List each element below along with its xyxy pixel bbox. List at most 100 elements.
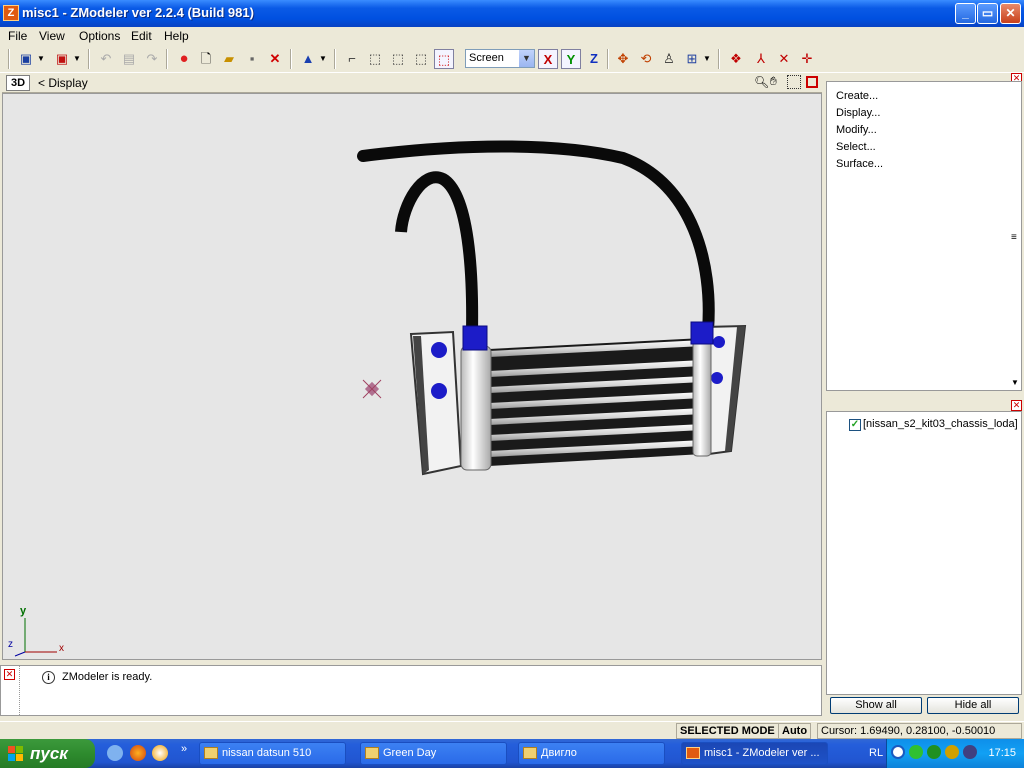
tray-app-icon[interactable] — [945, 745, 959, 759]
media-player-icon[interactable] — [152, 745, 168, 761]
export-icon[interactable]: ▣ — [52, 49, 72, 69]
log-close-icon[interactable]: ✕ — [4, 669, 15, 680]
save-icon[interactable]: ▪ — [242, 49, 262, 69]
viewport-name[interactable]: < Display — [38, 76, 88, 90]
pan-hand-icon[interactable]: ✋︎ — [770, 74, 784, 88]
task-nissan-datsun[interactable]: nissan datsun 510 — [199, 742, 346, 765]
objects-panel-close-icon[interactable]: ✕ — [1011, 400, 1022, 411]
menu-file[interactable]: File — [4, 28, 31, 44]
maximize-button[interactable]: ▭ — [977, 3, 998, 24]
menu-edit[interactable]: Edit — [127, 28, 156, 44]
zoom-icon[interactable]: 🔍︎ — [754, 75, 769, 89]
system-tray: RL 17:15 — [869, 739, 1024, 768]
cmd-surface[interactable]: Surface... — [836, 158, 883, 170]
vertex-mode-icon[interactable]: ⌐ — [342, 49, 362, 69]
zmodeler-icon — [686, 747, 700, 759]
open-folder-icon[interactable]: ▰ — [219, 49, 239, 69]
object-visibility-checkbox[interactable]: ✓ — [849, 419, 861, 431]
right-panel: ✕ Create... Display... Modify... Select.… — [826, 73, 1024, 716]
bolt — [431, 342, 447, 358]
axis-gizmo-icon[interactable]: ✛ — [797, 49, 817, 69]
bolt — [713, 336, 725, 348]
primitive-dropdown-icon[interactable]: ▼ — [318, 49, 328, 69]
firefox-icon[interactable] — [130, 745, 146, 761]
pipe-right — [357, 140, 715, 336]
window-title: misc1 - ZModeler ver 2.2.4 (Build 981) — [22, 5, 254, 20]
transform-dropdown-icon[interactable]: ▼ — [702, 49, 712, 69]
move-tool-icon[interactable]: ✥ — [613, 49, 633, 69]
redo-icon[interactable]: ↷ — [142, 49, 162, 69]
edge-mode-icon[interactable]: ⬚ — [365, 49, 385, 69]
close-button[interactable]: ✕ — [1000, 3, 1021, 24]
selected-mode-icon[interactable]: ⬚ — [434, 49, 454, 69]
start-button[interactable]: пуск — [0, 739, 95, 768]
menu-view[interactable]: View — [35, 28, 69, 44]
task-zmodeler[interactable]: misc1 - ZModeler ver ... — [681, 742, 828, 765]
export-dropdown-icon[interactable]: ▼ — [72, 49, 82, 69]
splitter-grip-icon[interactable]: ≡ — [1011, 232, 1017, 243]
render-icon[interactable]: ❖ — [726, 49, 746, 69]
zoom-extents-icon[interactable] — [787, 75, 801, 89]
hide-all-button[interactable]: Hide all — [927, 697, 1019, 714]
axis-y-toggle[interactable]: Y — [561, 49, 581, 69]
cmd-modify[interactable]: Modify... — [836, 124, 877, 136]
pivot-icon[interactable]: ⅄ — [751, 49, 771, 69]
tray-speaker-icon[interactable] — [963, 745, 977, 759]
delete-icon[interactable]: ✕ — [265, 49, 285, 69]
tray-check-icon[interactable] — [909, 745, 923, 759]
tray-back-icon[interactable] — [891, 745, 905, 759]
import-icon[interactable]: ▣ — [16, 49, 36, 69]
cmd-select[interactable]: Select... — [836, 141, 876, 153]
notes-icon[interactable]: ▤ — [119, 49, 139, 69]
task-label: nissan datsun 510 — [222, 747, 312, 759]
tray-network-icon[interactable] — [927, 745, 941, 759]
clock[interactable]: 17:15 — [988, 747, 1016, 759]
quicklaunch-more-icon[interactable]: » — [181, 743, 187, 755]
show-all-button[interactable]: Show all — [830, 697, 922, 714]
chevron-down-icon[interactable]: ▼ — [519, 50, 534, 67]
zmodeler-app-icon[interactable]: Z — [3, 5, 19, 21]
minimize-button[interactable]: _ — [955, 3, 976, 24]
language-indicator[interactable]: RL — [869, 747, 883, 759]
axis-x-toggle[interactable]: X — [538, 49, 558, 69]
status-auto[interactable]: Auto — [778, 723, 812, 739]
axis-x-label: x — [59, 643, 64, 654]
mirror-icon[interactable]: ✕ — [774, 49, 794, 69]
axis-z-toggle[interactable]: Z — [584, 49, 604, 69]
cone-primitive-icon[interactable]: ▲ — [298, 49, 318, 69]
scene-render — [14, 140, 747, 657]
menu-options[interactable]: Options — [75, 28, 124, 44]
axis-gizmo — [14, 618, 57, 657]
view-mode-select[interactable]: Screen ▼ — [465, 49, 535, 68]
log-panel: ✕ i ZModeler is ready. — [0, 665, 822, 716]
scroll-down-icon[interactable]: ▼ — [1011, 378, 1019, 387]
viewport-3d[interactable]: y z x — [2, 93, 822, 660]
walk-tool-icon[interactable]: ♙ — [659, 49, 679, 69]
cmd-display[interactable]: Display... — [836, 107, 880, 119]
task-dvigl[interactable]: Двигло — [518, 742, 665, 765]
undo-icon[interactable]: ↶ — [96, 49, 116, 69]
main-toolbar: ▣ ▼ ▣ ▼ ↶ ▤ ↷ ● 🗋 ▰ ▪ ✕ ▲ ▼ ⌐ ⬚ ⬚ ⬚ ⬚ Sc… — [0, 45, 1024, 73]
log-divider — [19, 666, 20, 715]
task-label: Green Day — [383, 747, 437, 759]
bolt — [431, 383, 447, 399]
new-file-icon[interactable]: 🗋 — [196, 49, 216, 69]
transform-tool-icon[interactable]: ⊞ — [682, 49, 702, 69]
viewport-header: 3D < Display 🔍︎ ✋︎ — [2, 73, 822, 93]
object-mode-icon[interactable]: ⬚ — [411, 49, 431, 69]
show-desktop-icon[interactable] — [107, 745, 123, 761]
import-dropdown-icon[interactable]: ▼ — [36, 49, 46, 69]
pipe-left — [395, 171, 479, 333]
end-tank-right — [692, 333, 712, 457]
cmd-create[interactable]: Create... — [836, 90, 878, 102]
rotate-tool-icon[interactable]: ⟲ — [636, 49, 656, 69]
record-icon[interactable]: ● — [174, 49, 194, 69]
toolbar-separator — [718, 49, 720, 69]
maximize-viewport-icon[interactable] — [806, 76, 818, 88]
title-bar[interactable]: Z misc1 - ZModeler ver 2.2.4 (Build 981)… — [0, 0, 1024, 27]
face-mode-icon[interactable]: ⬚ — [388, 49, 408, 69]
view-3d-tab[interactable]: 3D — [6, 75, 30, 91]
menu-help[interactable]: Help — [160, 28, 193, 44]
object-name[interactable]: [nissan_s2_kit03_chassis_loda] — [863, 418, 1018, 430]
task-green-day[interactable]: Green Day — [360, 742, 507, 765]
